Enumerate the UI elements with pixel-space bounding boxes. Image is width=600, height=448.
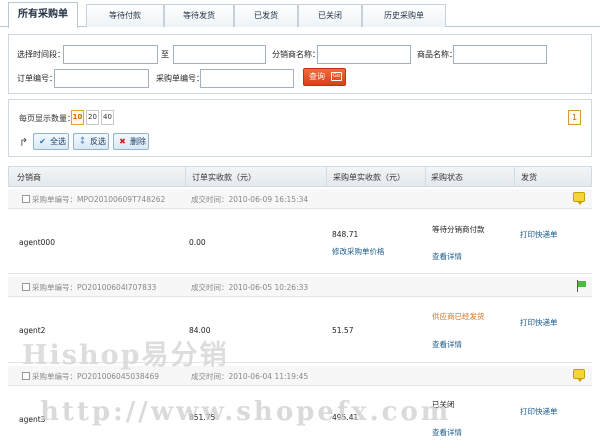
tab-waiting-payment[interactable]: 等待付款	[86, 4, 164, 27]
purchase-amount: 51.57	[332, 326, 354, 335]
tab-closed[interactable]: 已关闭	[298, 4, 362, 27]
current-page[interactable]: 1	[568, 110, 581, 125]
view-detail-link[interactable]: 查看详情	[432, 339, 462, 350]
tab-label: 历史采购单	[384, 11, 424, 20]
note-icon[interactable]	[573, 192, 585, 205]
per-page-option-10[interactable]: 10	[71, 110, 84, 125]
table-row: agent000 0.00 848.71 修改采购单价格 等待分销商付款 查看详…	[8, 210, 592, 274]
col-purchase-amount: 采购单实收款（元）	[333, 173, 405, 182]
invert-label: 反选	[90, 137, 106, 146]
row-checkbox[interactable]	[22, 195, 30, 203]
flag-icon[interactable]	[576, 280, 587, 292]
product-label: 商品名称：	[417, 50, 457, 59]
list-toolbar: 每页显示数量： 10 20 40 1 ↱ ✔ 全选 ⁑ 反选 ✖ 删除	[8, 99, 592, 157]
purchase-order-number: 采购单编号：PO20100604I707833	[32, 283, 157, 292]
print-waybill-link[interactable]: 打印快递单	[520, 229, 558, 240]
tab-all-purchase-orders[interactable]: 所有采购单	[8, 2, 78, 28]
purchase-order-number: 采购单编号：PO201006045038469	[32, 372, 160, 381]
tab-label: 等待发货	[183, 11, 215, 20]
orders-table-header: 分销商 订单实收款（元） 采购单实收款（元） 采购状态 发货	[8, 166, 592, 187]
select-all-button[interactable]: ✔ 全选	[33, 133, 69, 150]
per-page-option-20[interactable]: 20	[86, 110, 99, 125]
view-detail-link[interactable]: 查看详情	[432, 251, 462, 262]
order-amount: 0.00	[189, 238, 206, 247]
tab-shipped[interactable]: 已发货	[234, 4, 298, 27]
per-page-label: 每页显示数量：	[19, 114, 75, 123]
search-button[interactable]: 查询 Go	[303, 68, 346, 86]
col-divider	[425, 167, 426, 186]
trade-time: 成交时间：2010-06-04 11:19:45	[191, 372, 309, 381]
distributor-name: agent000	[19, 238, 55, 247]
col-status: 采购状态	[431, 173, 463, 182]
delete-label: 删除	[130, 137, 146, 146]
view-detail-link[interactable]: 查看详情	[432, 427, 462, 438]
invert-icon: ⁑	[80, 137, 85, 146]
col-divider	[514, 167, 515, 186]
purchase-status: 供应商已经发货	[432, 312, 485, 321]
select-arrow-icon: ↱	[19, 136, 29, 149]
distributor-input[interactable]	[317, 45, 411, 64]
tab-label: 所有采购单	[18, 9, 68, 20]
trade-time: 成交时间：2010-06-09 16:15:34	[191, 195, 309, 204]
col-order-amount: 订单实收款（元）	[192, 173, 256, 182]
col-divider	[185, 167, 186, 186]
start-date-input[interactable]	[63, 45, 158, 64]
go-icon: Go	[331, 72, 342, 81]
purchase-order-number: 采购单编号：MPO20100609T748262	[32, 195, 166, 204]
purchase-no-label: 采购单编号：	[156, 74, 204, 83]
col-divider	[326, 167, 327, 186]
order-no-label: 订单编号：	[17, 74, 57, 83]
tab-waiting-shipment[interactable]: 等待发货	[164, 4, 234, 27]
tab-history[interactable]: 历史采购单	[362, 4, 446, 27]
col-distributor: 分销商	[17, 173, 41, 182]
per-page-option-40[interactable]: 40	[101, 110, 114, 125]
col-ship: 发货	[521, 173, 537, 182]
check-icon: ✔	[39, 137, 46, 146]
watermark-url: http://www.shopefx.com	[40, 397, 452, 427]
note-icon[interactable]	[573, 369, 585, 382]
invert-selection-button[interactable]: ⁑ 反选	[73, 133, 109, 150]
purchase-no-input[interactable]	[200, 69, 294, 88]
end-date-input[interactable]	[173, 45, 266, 64]
purchase-amount: 848.71	[332, 230, 359, 239]
search-filter-panel: 选择时间段： 至 分销商名称： 商品名称： 订单编号： 采购单编号： 查询 Go	[8, 34, 592, 94]
delete-button[interactable]: ✖ 删除	[113, 133, 149, 150]
modify-price-link[interactable]: 修改采购单价格	[332, 246, 385, 257]
print-waybill-link[interactable]: 打印快递单	[520, 317, 558, 328]
print-waybill-link[interactable]: 打印快递单	[520, 406, 558, 417]
time-range-label: 选择时间段：	[17, 50, 65, 59]
search-button-label: 查询	[309, 72, 325, 81]
purchase-order-header: 采购单编号：PO20100604I707833 成交时间：2010-06-05 …	[8, 277, 592, 297]
to-label: 至	[161, 50, 169, 59]
tab-label: 已关闭	[318, 11, 342, 20]
trade-time: 成交时间：2010-06-05 10:26:33	[191, 283, 309, 292]
distributor-label: 分销商名称：	[272, 50, 320, 59]
purchase-order-header: 采购单编号：MPO20100609T748262 成交时间：2010-06-09…	[8, 189, 592, 209]
product-input[interactable]	[453, 45, 547, 64]
row-checkbox[interactable]	[22, 372, 30, 380]
select-all-label: 全选	[50, 137, 66, 146]
tab-bar: 所有采购单 等待付款 等待发货 已发货 已关闭 历史采购单	[0, 0, 600, 28]
row-checkbox[interactable]	[22, 283, 30, 291]
order-no-input[interactable]	[54, 69, 149, 88]
tab-label: 等待付款	[109, 11, 141, 20]
watermark-brand: Hishop易分销	[22, 340, 229, 371]
tab-label: 已发货	[254, 11, 278, 20]
delete-icon: ✖	[119, 137, 126, 146]
purchase-status: 等待分销商付款	[432, 225, 485, 234]
